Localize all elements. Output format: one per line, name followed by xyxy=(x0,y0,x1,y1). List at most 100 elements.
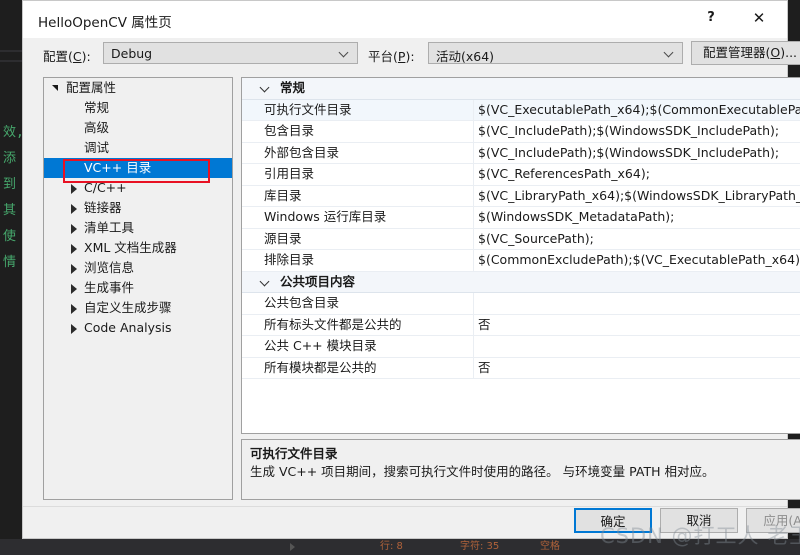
property-name: 公共包含目录 xyxy=(264,295,340,310)
tree-item-label: 清单工具 xyxy=(84,220,135,235)
chevron-collapsed-icon[interactable] xyxy=(70,264,79,274)
chevron-down-icon xyxy=(340,49,349,58)
tree-item[interactable]: 浏览信息 xyxy=(44,258,232,278)
tree-item[interactable]: 自定义生成步骤 xyxy=(44,298,232,318)
tree-item[interactable]: C/C++ xyxy=(44,178,232,198)
dialog-titlebar[interactable]: HelloOpenCV 属性页 ? ✕ xyxy=(23,1,787,38)
tree-item-label: C/C++ xyxy=(84,180,127,195)
tree-item[interactable]: XML 文档生成器 xyxy=(44,238,232,258)
property-name: 所有模块都是公共的 xyxy=(264,359,377,375)
status-line: 行: 8 xyxy=(380,541,403,552)
property-name: 可执行文件目录 xyxy=(264,101,352,117)
tree-item[interactable]: 调试 xyxy=(44,138,232,158)
property-value[interactable]: $(CommonExcludePath);$(VC_ExecutablePath… xyxy=(478,250,800,271)
tree-item-label: VC++ 目录 xyxy=(84,160,152,175)
chevron-collapsed-icon[interactable] xyxy=(70,304,79,314)
property-name: Windows 运行库目录 xyxy=(264,209,387,224)
property-value[interactable]: $(VC_ReferencesPath_x64); xyxy=(478,164,800,185)
chevron-collapsed-icon[interactable] xyxy=(70,224,79,234)
play-icon xyxy=(290,543,295,551)
property-value[interactable]: $(VC_LibraryPath_x64);$(WindowsSDK_Libra… xyxy=(478,186,800,207)
property-name: 外部包含目录 xyxy=(264,144,340,160)
help-icon[interactable]: ? xyxy=(689,1,733,35)
chevron-collapsed-icon[interactable] xyxy=(70,324,79,334)
configuration-manager-button[interactable]: 配置管理器(O)... xyxy=(691,41,800,65)
column-divider xyxy=(473,357,474,378)
tree-item[interactable]: 生成事件 xyxy=(44,278,232,298)
property-pages-dialog: HelloOpenCV 属性页 ? ✕ 配置(C): Debug 平台(P): … xyxy=(22,0,800,539)
tree-item[interactable]: 高级 xyxy=(44,118,232,138)
tree-item[interactable]: Code Analysis xyxy=(44,318,232,338)
chevron-down-icon[interactable] xyxy=(260,85,270,92)
property-value[interactable]: $(WindowsSDK_MetadataPath); xyxy=(478,207,800,228)
tree-item[interactable]: VC++ 目录 xyxy=(44,158,232,178)
property-value[interactable]: $(VC_SourcePath); xyxy=(478,229,800,250)
tree-item-label: 高级 xyxy=(84,120,110,135)
tree-item-label: 常规 xyxy=(84,100,110,115)
tree-item-label: 浏览信息 xyxy=(84,260,135,275)
tree-item-label: Code Analysis xyxy=(84,320,172,335)
platform-label: 平台(P): xyxy=(368,49,415,64)
column-divider xyxy=(473,293,474,314)
cancel-button[interactable]: 取消 xyxy=(660,508,738,533)
tree-item[interactable]: 配置属性 xyxy=(44,78,232,98)
footer-divider xyxy=(23,506,787,507)
property-row[interactable]: 库目录 $(VC_LibraryPath_x64);$(WindowsSDK_Li… xyxy=(242,185,800,207)
tree-item-label: 自定义生成步骤 xyxy=(84,300,172,315)
property-category-row[interactable]: 公共项目内容 xyxy=(242,271,800,293)
description-pane: 可执行文件目录 生成 VC++ 项目期间，搜索可执行文件时使用的路径。 与环境变… xyxy=(241,439,800,500)
column-divider xyxy=(473,164,474,185)
property-tree[interactable]: 配置属性常规高级调试 VC++ 目录 C/C++ 链接器清单工具 XML 文档生成器浏览… xyxy=(43,77,233,500)
property-name: 源目录 xyxy=(264,230,302,246)
configuration-label: 配置(C): xyxy=(43,49,91,64)
status-bar: 行: 8 字符: 35 空格 xyxy=(0,539,800,555)
property-value[interactable]: 否 xyxy=(478,358,800,379)
property-value[interactable]: 否 xyxy=(478,315,800,336)
property-value[interactable]: $(VC_ExecutablePath_x64);$(CommonExecuta… xyxy=(478,100,800,121)
property-name: 引用目录 xyxy=(264,166,315,181)
ok-button[interactable]: 确定 xyxy=(574,508,652,533)
column-divider xyxy=(473,185,474,206)
configuration-value: Debug xyxy=(111,46,153,61)
property-value[interactable]: $(VC_IncludePath);$(WindowsSDK_IncludePa… xyxy=(478,121,800,142)
tree-item[interactable]: 常规 xyxy=(44,98,232,118)
property-category-row[interactable]: 常规 xyxy=(242,78,800,100)
property-row[interactable]: 可执行文件目录 $(VC_ExecutablePath_x64);$(Common… xyxy=(242,99,800,121)
chevron-collapsed-icon[interactable] xyxy=(70,284,79,294)
property-row[interactable]: 排除目录 $(CommonExcludePath);$(VC_Executable… xyxy=(242,250,800,272)
property-row[interactable]: Windows 运行库目录 $(WindowsSDK_MetadataPath); xyxy=(242,207,800,229)
chevron-collapsed-icon[interactable] xyxy=(70,244,79,254)
platform-dropdown[interactable]: 活动(x64) xyxy=(428,42,683,64)
property-row[interactable]: 引用目录 $(VC_ReferencesPath_x64); xyxy=(242,164,800,186)
chevron-expanded-icon[interactable] xyxy=(52,84,61,93)
property-category-label: 常规 xyxy=(280,80,306,95)
status-space: 空格 xyxy=(540,541,560,552)
status-char: 字符: 35 xyxy=(460,541,500,552)
property-grid[interactable]: 常规可执行文件目录 $(VC_ExecutablePath_x64);$(Comm… xyxy=(241,77,800,434)
chevron-down-icon[interactable] xyxy=(260,279,270,286)
column-divider xyxy=(473,121,474,142)
property-row[interactable]: 所有标头文件都是公共的 否 xyxy=(242,314,800,336)
close-icon[interactable]: ✕ xyxy=(737,1,781,35)
column-divider xyxy=(473,99,474,120)
property-row[interactable]: 源目录 $(VC_SourcePath); xyxy=(242,228,800,250)
configuration-dropdown[interactable]: Debug xyxy=(103,42,358,64)
property-row[interactable]: 外部包含目录 $(VC_IncludePath);$(WindowsSDK_Inc… xyxy=(242,142,800,164)
chevron-collapsed-icon[interactable] xyxy=(70,204,79,214)
tree-item-label: 生成事件 xyxy=(84,280,135,295)
property-category-label: 公共项目内容 xyxy=(280,273,356,289)
configuration-toolbar: 配置(C): Debug 平台(P): 活动(x64) 配置管理器(O)... xyxy=(23,37,800,71)
editor-code-fragment: 效, 添 到 其 使 情 xyxy=(3,125,24,270)
platform-value: 活动(x64) xyxy=(436,49,495,64)
column-divider xyxy=(473,142,474,163)
chevron-collapsed-icon[interactable] xyxy=(70,184,79,194)
property-name: 所有标头文件都是公共的 xyxy=(264,316,402,332)
column-divider xyxy=(473,207,474,228)
property-row[interactable]: 所有模块都是公共的 否 xyxy=(242,357,800,379)
property-row[interactable]: 包含目录 $(VC_IncludePath);$(WindowsSDK_Inclu… xyxy=(242,121,800,143)
property-value[interactable]: $(VC_IncludePath);$(WindowsSDK_IncludePa… xyxy=(478,143,800,164)
property-row[interactable]: 公共 C++ 模块目录 xyxy=(242,336,800,358)
property-row[interactable]: 公共包含目录 xyxy=(242,293,800,315)
tree-item[interactable]: 链接器 xyxy=(44,198,232,218)
tree-item[interactable]: 清单工具 xyxy=(44,218,232,238)
